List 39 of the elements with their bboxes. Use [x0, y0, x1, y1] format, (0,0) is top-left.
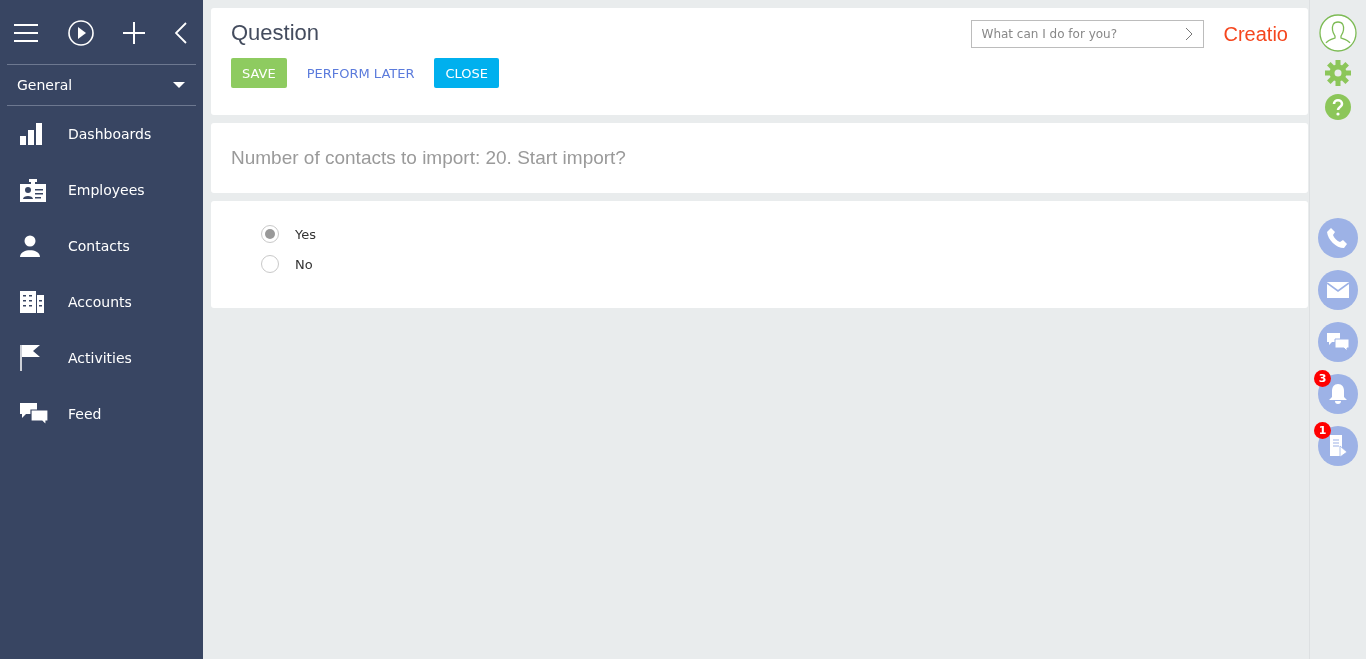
menu-icon[interactable] — [14, 24, 38, 42]
person-icon — [20, 235, 40, 257]
collapse-icon[interactable] — [174, 22, 187, 44]
sidebar-item[interactable]: Contacts — [0, 218, 203, 274]
communication-button[interactable] — [1318, 322, 1358, 362]
settings-icon[interactable] — [1325, 60, 1351, 86]
mail-icon — [1327, 279, 1349, 301]
play-icon[interactable] — [67, 20, 94, 46]
option-label: Yes — [295, 226, 316, 242]
sidebar-item[interactable]: Activities — [0, 330, 203, 386]
question-text: Number of contacts to import: 20. Start import? — [231, 147, 626, 169]
bell-icon — [1327, 383, 1349, 405]
sidebar-item[interactable]: Accounts — [0, 274, 203, 330]
chat-icon — [20, 403, 48, 425]
document-icon — [1327, 435, 1349, 457]
search-field[interactable]: What can I do for you? — [970, 20, 1204, 48]
communication-button[interactable] — [1318, 218, 1358, 258]
bar-chart-icon — [20, 123, 42, 145]
plus-icon[interactable] — [123, 22, 146, 44]
building-icon — [20, 291, 44, 313]
sidebar-item[interactable]: Employees — [0, 162, 203, 218]
flag-icon — [20, 345, 40, 371]
id-badge-icon — [20, 178, 46, 202]
sidebar-item[interactable]: Dashboards — [0, 106, 203, 162]
notification-badge: 3 — [1314, 370, 1331, 387]
option-label: No — [295, 256, 313, 272]
logo: Creatio — [1223, 22, 1288, 46]
chevron-right-icon[interactable] — [1184, 27, 1193, 41]
caret-icon — [173, 82, 185, 88]
perform-later-button[interactable]: PERFORM LATER — [306, 58, 415, 88]
phone-icon — [1327, 227, 1349, 249]
page-title: Question — [231, 20, 320, 46]
workplace-dropdown[interactable]: General — [7, 64, 196, 106]
sidebar-item[interactable]: Feed — [0, 386, 203, 442]
help-icon[interactable] — [1325, 94, 1351, 120]
chat-icon — [1327, 331, 1349, 353]
communication-button[interactable] — [1318, 270, 1358, 310]
notification-badge: 1 — [1314, 422, 1331, 439]
avatar-icon[interactable] — [1319, 14, 1357, 52]
